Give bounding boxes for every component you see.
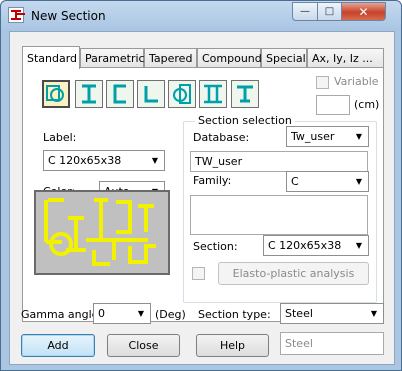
- channel-section-icon: [113, 84, 126, 104]
- section-label: Section:: [193, 240, 238, 253]
- tab-label: Special: [266, 52, 306, 65]
- tab-label: Parametric: [85, 52, 145, 65]
- material-field[interactable]: Steel: [280, 332, 384, 355]
- chevron-down-icon: ▼: [355, 132, 363, 141]
- tab-tapered[interactable]: Tapered: [144, 48, 197, 68]
- add-label: Add: [47, 339, 69, 352]
- gamma-angle-value: 0: [98, 307, 105, 320]
- tab-special[interactable]: Special: [261, 48, 307, 68]
- window-title: New Section: [31, 9, 106, 23]
- help-label: Help: [219, 339, 246, 352]
- double-section-button[interactable]: [42, 80, 70, 108]
- close-label: Close: [128, 339, 159, 352]
- maximize-button[interactable]: □: [317, 2, 342, 21]
- close-button[interactable]: Close: [107, 334, 180, 357]
- section-preview: [34, 190, 170, 275]
- section-preview-drawing: [44, 198, 156, 266]
- label-combo[interactable]: C 120x65x38 ▼: [43, 150, 165, 171]
- tab-parametric[interactable]: Parametric: [80, 48, 145, 68]
- elasto-plastic-label: Elasto-plastic analysis: [232, 267, 355, 280]
- tab-label: Tapered: [149, 52, 193, 65]
- database-combo[interactable]: Tw_user ▼: [286, 126, 369, 147]
- section-type-label: Section type:: [198, 308, 271, 321]
- tab-compound[interactable]: Compound: [197, 48, 262, 68]
- database-text[interactable]: TW_user: [190, 151, 368, 172]
- chevron-down-icon: ▼: [370, 309, 378, 318]
- variable-input[interactable]: [316, 95, 350, 115]
- family-label: Family:: [193, 174, 232, 187]
- family-value: C: [291, 175, 299, 188]
- tab-label: Compound: [202, 52, 262, 65]
- section-type-value: Steel: [285, 307, 313, 320]
- minimize-button[interactable]: —: [292, 2, 318, 21]
- tab-standard[interactable]: Standard: [22, 46, 80, 69]
- database-label: Database:: [193, 131, 250, 144]
- channel-section-button[interactable]: [106, 80, 134, 108]
- app-icon: [8, 7, 24, 23]
- database-value: Tw_user: [291, 130, 335, 143]
- standard-tab-panel: Variable (cm) Label: C 120x65x38 ▼ Color…: [22, 67, 384, 322]
- family-combo[interactable]: C ▼: [286, 171, 369, 192]
- tee-section-icon: [237, 85, 253, 103]
- chevron-down-icon: ▼: [355, 241, 363, 250]
- i-section-button[interactable]: [75, 80, 103, 108]
- pipe-section-icon: [173, 84, 191, 104]
- section-type-combo[interactable]: Steel ▼: [280, 303, 384, 324]
- tab-ax-iy-iz[interactable]: Ax, Iy, Iz ...: [307, 48, 384, 68]
- add-button[interactable]: Add: [21, 334, 95, 357]
- double-i-section-button[interactable]: [199, 80, 227, 108]
- label-caption: Label:: [43, 131, 77, 144]
- elasto-plastic-button[interactable]: Elasto-plastic analysis: [218, 262, 369, 285]
- chevron-down-icon: ▼: [355, 177, 363, 186]
- help-button[interactable]: Help: [196, 334, 269, 357]
- minimize-icon: —: [300, 6, 310, 17]
- new-section-window: New Section — □ ✕ Standard Parametric Ta…: [0, 0, 402, 371]
- section-selection-title: Section selection: [195, 114, 295, 127]
- label-value: C 120x65x38: [48, 154, 122, 167]
- variable-label: Variable: [334, 75, 379, 88]
- angle-section-icon: [144, 86, 158, 103]
- dialog-body: Standard Parametric Tapered Compound Spe…: [9, 31, 395, 365]
- i-section-icon: [82, 84, 96, 104]
- chevron-down-icon: ▼: [137, 309, 145, 318]
- tee-section-button[interactable]: [231, 80, 259, 108]
- elasto-plastic-checkbox[interactable]: [192, 267, 205, 280]
- close-window-button[interactable]: ✕: [341, 2, 386, 21]
- double-section-icon: [46, 85, 64, 102]
- gamma-angle-unit: (Deg): [155, 308, 186, 321]
- close-icon: ✕: [358, 4, 369, 19]
- section-combo[interactable]: C 120x65x38 ▼: [263, 235, 369, 256]
- title-bar[interactable]: New Section — □ ✕: [1, 1, 401, 31]
- angle-section-button[interactable]: [137, 80, 165, 108]
- family-list[interactable]: [190, 195, 368, 235]
- variable-checkbox[interactable]: [316, 76, 329, 89]
- maximize-icon: □: [324, 6, 335, 17]
- tab-label: Standard: [27, 51, 78, 65]
- gamma-angle-label: Gamma angle:: [21, 308, 103, 321]
- variable-unit: (cm): [354, 98, 380, 111]
- section-value: C 120x65x38: [268, 239, 342, 252]
- tab-label: Ax, Iy, Iz ...: [312, 52, 373, 65]
- chevron-down-icon: ▼: [151, 156, 159, 165]
- pipe-section-button[interactable]: [168, 80, 196, 108]
- double-i-section-icon: [204, 84, 222, 104]
- gamma-angle-combo[interactable]: 0 ▼: [93, 303, 151, 324]
